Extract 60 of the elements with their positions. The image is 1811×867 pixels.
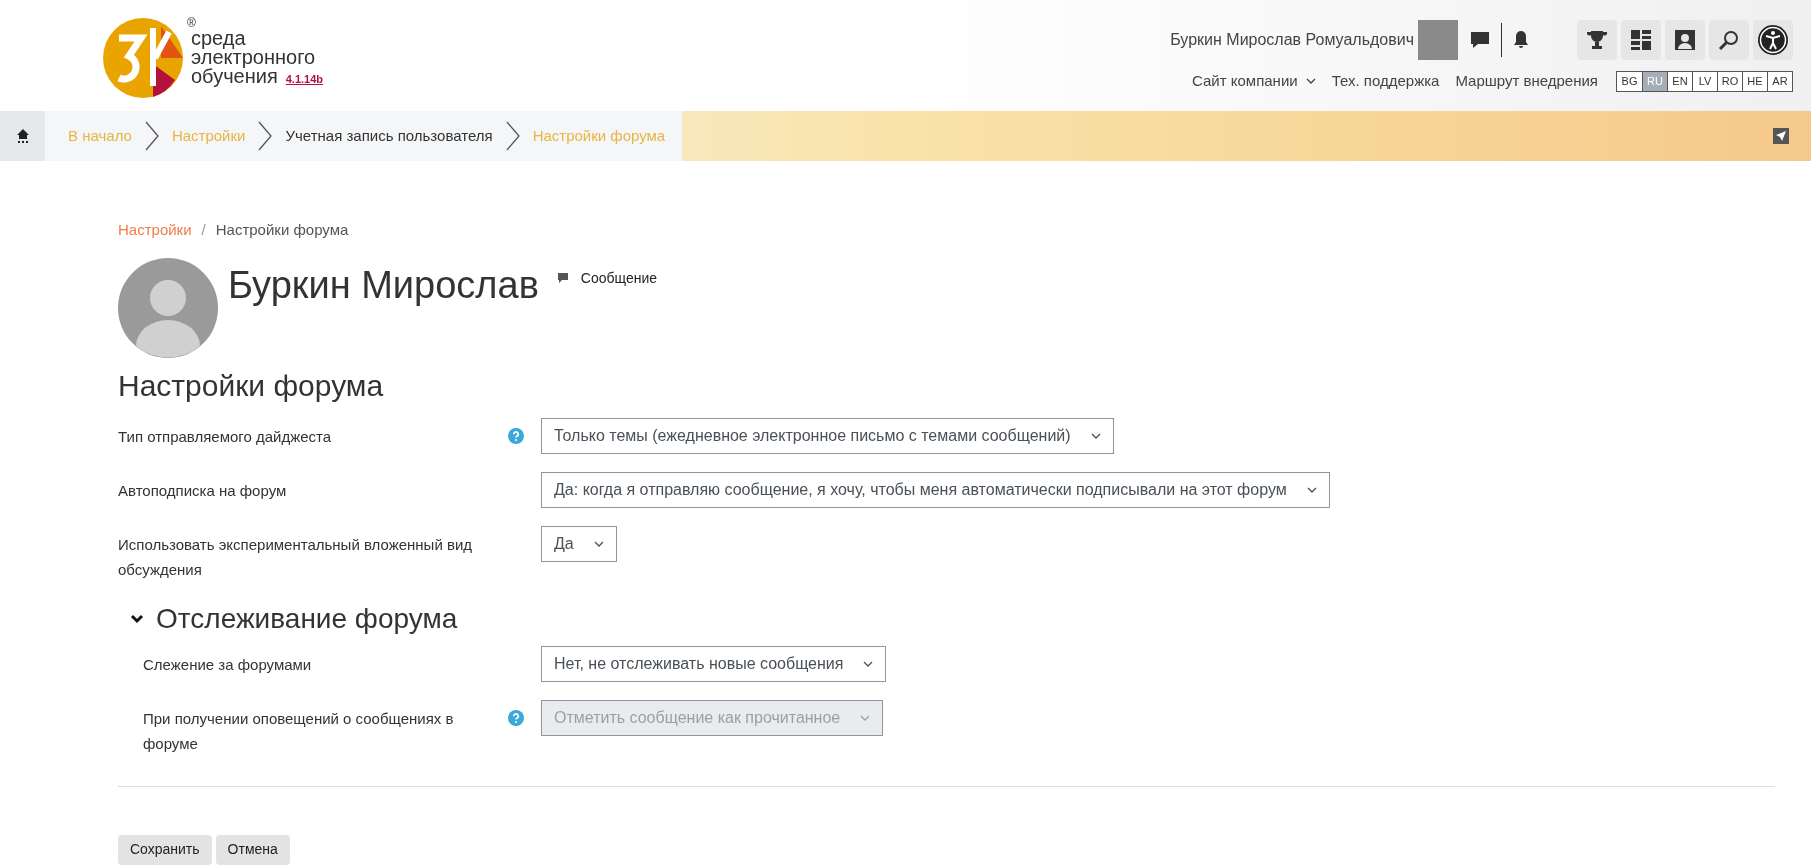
search-button[interactable] [1709, 20, 1749, 60]
section-toggle[interactable]: Отслеживание форума [130, 601, 458, 636]
form-button[interactable]: Отмена [215, 834, 290, 865]
language-button[interactable]: LV [1692, 71, 1717, 91]
language-button[interactable]: BG [1617, 71, 1642, 91]
chevron-right-icon [144, 121, 159, 151]
chevron-down-icon [1305, 78, 1316, 85]
version-link[interactable]: 4.1.14b [285, 72, 324, 86]
send-icon[interactable] [1773, 128, 1789, 144]
page-heading: Настройки форума [118, 367, 385, 404]
field-label: Использовать экспериментальный вложенный вид обсуждения [118, 535, 473, 578]
grid-icon [1630, 29, 1652, 51]
trophy-icon [1586, 30, 1608, 50]
language-button[interactable]: HE [1742, 71, 1767, 91]
help-icon[interactable] [508, 427, 524, 444]
chevron-right-icon [258, 121, 273, 151]
breadcrumb-link[interactable]: Учетная запись пользователя [282, 124, 496, 148]
search-icon [1718, 29, 1740, 51]
accessibility-icon [1757, 24, 1789, 56]
registered-mark: ® [187, 17, 196, 29]
field-label: Тип отправляемого дайджеста [118, 427, 332, 445]
bell-icon[interactable] [1513, 30, 1529, 50]
language-button[interactable]: EN [1667, 71, 1692, 91]
chevron-down-icon [860, 714, 871, 721]
field-label: При получении оповещений о сообщениях в форуме [143, 709, 454, 752]
chat-icon [556, 272, 569, 284]
chevron-down-icon [130, 613, 144, 624]
logo-icon [103, 17, 183, 98]
logo-text: электронного [191, 48, 316, 67]
language-button[interactable]: RO [1717, 71, 1742, 91]
user-name[interactable]: Буркин Мирослав Ромуальдович [1170, 28, 1414, 52]
field-label: Автоподписка на форум [118, 481, 287, 499]
select-field[interactable]: Да: когда я отправляю сообщение, я хочу, чтобы меня автоматически подписывали на этот форум [541, 471, 1330, 508]
person-card-icon [1674, 29, 1696, 51]
select-field[interactable]: Нет, не отслеживать новые сообщения [541, 645, 887, 682]
nav-link[interactable]: Тех. поддержка [1331, 70, 1440, 93]
breadcrumb-link[interactable]: Настройки форума [215, 219, 349, 242]
language-button[interactable]: AR [1767, 71, 1792, 91]
logo-text: среда [191, 29, 246, 48]
select-field[interactable]: Да [541, 525, 617, 562]
logo-text: обучения [191, 67, 278, 86]
profile-card-button[interactable] [1665, 20, 1705, 60]
trophy-button[interactable] [1577, 20, 1617, 60]
chevron-right-icon [505, 121, 520, 151]
nav-link[interactable]: Маршрут внедрения [1455, 70, 1598, 93]
accessibility-button[interactable] [1753, 20, 1793, 60]
chevron-down-icon [1090, 432, 1101, 439]
grid-button[interactable] [1621, 20, 1661, 60]
chat-icon[interactable] [1470, 31, 1490, 49]
field-label: Слежение за форумами [143, 655, 312, 673]
chevron-down-icon [593, 540, 604, 547]
message-link[interactable]: Сообщение [580, 267, 658, 289]
form-button[interactable]: Сохранить [118, 834, 212, 865]
select-field[interactable]: Только темы (ежедневное электронное письмо с темами сообщений) [541, 417, 1114, 454]
chevron-down-icon [863, 660, 874, 667]
home-icon[interactable] [15, 128, 30, 144]
nav-link[interactable]: Сайт компании [1192, 70, 1316, 93]
breadcrumb-separator: / [201, 220, 206, 240]
profile-name: Буркин Мирослав [228, 262, 539, 308]
chevron-down-icon [1306, 486, 1317, 493]
